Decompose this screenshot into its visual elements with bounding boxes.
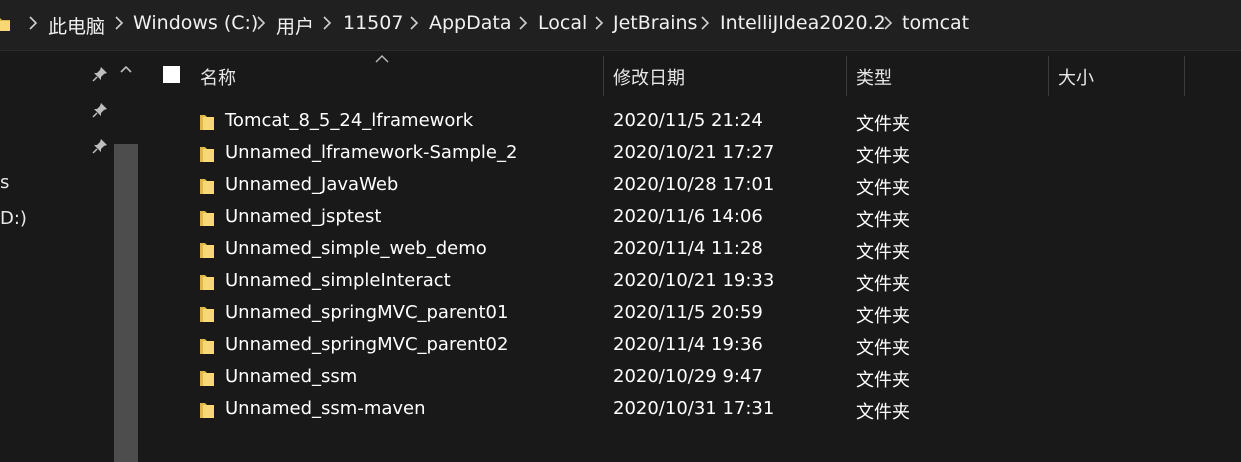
file-name[interactable]: Unnamed_springMVC_parent02 <box>225 334 508 355</box>
file-name[interactable]: Unnamed_ssm <box>225 366 357 387</box>
file-row[interactable]: Unnamed_simpleInteract 2020/10/21 19:33 … <box>150 267 1180 297</box>
select-all-checkbox[interactable] <box>163 66 180 83</box>
file-date: 2020/10/28 17:01 <box>613 174 775 195</box>
file-name[interactable]: Tomcat_8_5_24_lframework <box>225 110 473 131</box>
file-date: 2020/11/5 21:24 <box>613 110 763 131</box>
column-divider[interactable] <box>1048 56 1049 96</box>
scroll-up-icon[interactable] <box>120 64 132 74</box>
file-name[interactable]: Unnamed_simpleInteract <box>225 270 451 291</box>
file-row[interactable]: Unnamed_springMVC_parent01 2020/11/5 20:… <box>150 299 1180 329</box>
chevron-right-icon[interactable] <box>28 15 38 31</box>
folder-icon <box>200 371 214 386</box>
pin-icon[interactable] <box>92 138 108 154</box>
file-date: 2020/11/6 14:06 <box>613 206 763 227</box>
breadcrumb-item-appdata[interactable]: AppData <box>429 12 512 34</box>
nav-item-partial[interactable]: s <box>0 172 9 193</box>
file-row[interactable]: Unnamed_ssm 2020/10/29 9:47 文件夹 <box>150 363 1180 393</box>
nav-item-drive-d[interactable]: D:) <box>0 208 27 229</box>
column-header-type[interactable]: 类型 <box>856 64 892 90</box>
chevron-right-icon[interactable] <box>409 15 419 31</box>
chevron-right-icon[interactable] <box>883 15 893 31</box>
folder-icon <box>200 339 214 354</box>
pin-icon[interactable] <box>92 66 108 82</box>
column-divider[interactable] <box>1184 56 1185 96</box>
file-type: 文件夹 <box>856 114 910 135</box>
file-row[interactable]: Unnamed_JavaWeb 2020/10/28 17:01 文件夹 <box>150 171 1180 201</box>
chevron-right-icon[interactable] <box>322 15 332 31</box>
breadcrumb-item-windows-c[interactable]: Windows (C:) <box>133 12 258 34</box>
folder-icon <box>0 18 10 31</box>
breadcrumb-item-this-pc[interactable]: 此电脑 <box>48 12 105 39</box>
folder-icon <box>200 307 214 322</box>
file-name[interactable]: Unnamed_JavaWeb <box>225 174 398 195</box>
breadcrumb-item-user-folder[interactable]: 11507 <box>343 12 403 34</box>
folder-icon <box>200 211 214 226</box>
chevron-right-icon[interactable] <box>256 15 266 31</box>
file-type: 文件夹 <box>856 146 910 167</box>
file-date: 2020/11/5 20:59 <box>613 302 763 323</box>
chevron-right-icon[interactable] <box>114 15 124 31</box>
folder-icon <box>200 243 214 258</box>
breadcrumb-item-tomcat[interactable]: tomcat <box>902 12 969 34</box>
file-date: 2020/10/21 17:27 <box>613 142 775 163</box>
pin-icon[interactable] <box>92 102 108 118</box>
file-type: 文件夹 <box>856 242 910 263</box>
file-name[interactable]: Unnamed_ssm-maven <box>225 398 426 419</box>
file-row[interactable]: Tomcat_8_5_24_lframework 2020/11/5 21:24… <box>150 107 1180 137</box>
chevron-right-icon[interactable] <box>700 15 710 31</box>
column-header-name[interactable]: 名称 <box>200 64 236 90</box>
breadcrumb-item-local[interactable]: Local <box>538 12 587 34</box>
folder-icon <box>200 275 214 290</box>
file-type: 文件夹 <box>856 274 910 295</box>
nav-scrollbar[interactable] <box>114 144 138 462</box>
file-row[interactable]: Unnamed_simple_web_demo 2020/11/4 11:28 … <box>150 235 1180 265</box>
column-header-size[interactable]: 大小 <box>1058 64 1094 90</box>
file-name[interactable]: Unnamed_springMVC_parent01 <box>225 302 508 323</box>
breadcrumb-item-users[interactable]: 用户 <box>276 12 314 39</box>
breadcrumb-item-intellijidea[interactable]: IntelliJIdea2020.2 <box>720 12 886 34</box>
sort-ascending-icon <box>375 55 389 63</box>
file-date: 2020/11/4 19:36 <box>613 334 763 355</box>
chevron-right-icon[interactable] <box>518 15 528 31</box>
folder-icon <box>200 147 214 162</box>
file-type: 文件夹 <box>856 178 910 199</box>
column-divider[interactable] <box>846 56 847 96</box>
file-type: 文件夹 <box>856 338 910 359</box>
file-type: 文件夹 <box>856 402 910 423</box>
file-name[interactable]: Unnamed_lframework-Sample_2 <box>225 142 517 163</box>
folder-icon <box>200 403 214 418</box>
folder-icon <box>200 179 214 194</box>
file-name[interactable]: Unnamed_jsptest <box>225 206 381 227</box>
chevron-right-icon[interactable] <box>594 15 604 31</box>
file-row[interactable]: Unnamed_springMVC_parent02 2020/11/4 19:… <box>150 331 1180 361</box>
file-row[interactable]: Unnamed_jsptest 2020/11/6 14:06 文件夹 <box>150 203 1180 233</box>
file-date: 2020/10/21 19:33 <box>613 270 775 291</box>
folder-icon <box>200 115 214 130</box>
file-row[interactable]: Unnamed_lframework-Sample_2 2020/10/21 1… <box>150 139 1180 169</box>
column-divider[interactable] <box>603 56 604 96</box>
file-row[interactable]: Unnamed_ssm-maven 2020/10/31 17:31 文件夹 <box>150 395 1180 425</box>
address-bar[interactable]: 此电脑 Windows (C:) 用户 11507 AppData Local … <box>0 0 1241 51</box>
column-header-date[interactable]: 修改日期 <box>613 64 685 90</box>
file-date: 2020/10/31 17:31 <box>613 398 775 419</box>
file-type: 文件夹 <box>856 306 910 327</box>
file-name[interactable]: Unnamed_simple_web_demo <box>225 238 487 259</box>
file-date: 2020/10/29 9:47 <box>613 366 763 387</box>
file-type: 文件夹 <box>856 370 910 391</box>
file-date: 2020/11/4 11:28 <box>613 238 763 259</box>
breadcrumb-item-jetbrains[interactable]: JetBrains <box>613 12 697 34</box>
file-type: 文件夹 <box>856 210 910 231</box>
